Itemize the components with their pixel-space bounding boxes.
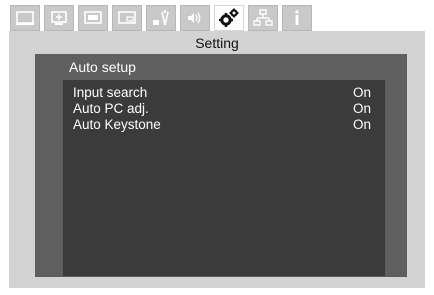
- dialog-title: Setting: [195, 35, 239, 51]
- picture-in-picture-icon: [118, 11, 136, 24]
- tab-screen[interactable]: [10, 5, 40, 31]
- auto-setup-list: Input search On Auto PC adj. On Auto Key…: [63, 80, 385, 276]
- tab-network[interactable]: [248, 5, 278, 31]
- list-item-auto-keystone[interactable]: Auto Keystone On: [73, 117, 371, 133]
- screen-icon: [16, 11, 34, 25]
- list-item-value[interactable]: On: [353, 117, 371, 133]
- list-item-label: Auto PC adj.: [73, 101, 149, 116]
- network-icon: [253, 9, 273, 26]
- list-item-auto-pc-adj[interactable]: Auto PC adj. On: [73, 101, 371, 117]
- tab-image[interactable]: [78, 5, 108, 31]
- image-adjust-icon: [84, 11, 102, 24]
- list-item-label: Input search: [73, 85, 148, 100]
- display-setup-icon: [153, 10, 169, 26]
- tab-display-setup[interactable]: [146, 5, 176, 31]
- tab-information[interactable]: [282, 5, 312, 31]
- list-item-input-search[interactable]: Input search On: [73, 85, 371, 101]
- information-icon: [295, 10, 299, 25]
- panel-title: Auto setup: [69, 59, 136, 75]
- gears-icon: [219, 8, 239, 27]
- auto-setup-panel: Auto setup Input search On Auto PC adj. …: [35, 54, 407, 277]
- list-item-value[interactable]: On: [353, 85, 371, 101]
- list-item-value[interactable]: On: [353, 101, 371, 117]
- tab-setting[interactable]: [214, 5, 244, 31]
- sound-icon: [188, 12, 201, 24]
- list-item-label: Auto Keystone: [73, 117, 161, 132]
- input-icon: [51, 11, 67, 25]
- setting-dialog: Setting Auto setup Input search On Auto …: [9, 31, 425, 288]
- tab-input[interactable]: [44, 5, 74, 31]
- tab-sound[interactable]: [180, 5, 210, 31]
- tab-pip[interactable]: [112, 5, 142, 31]
- projector-osd: Setting Auto setup Input search On Auto …: [0, 0, 434, 295]
- menu-tab-bar: [10, 5, 312, 31]
